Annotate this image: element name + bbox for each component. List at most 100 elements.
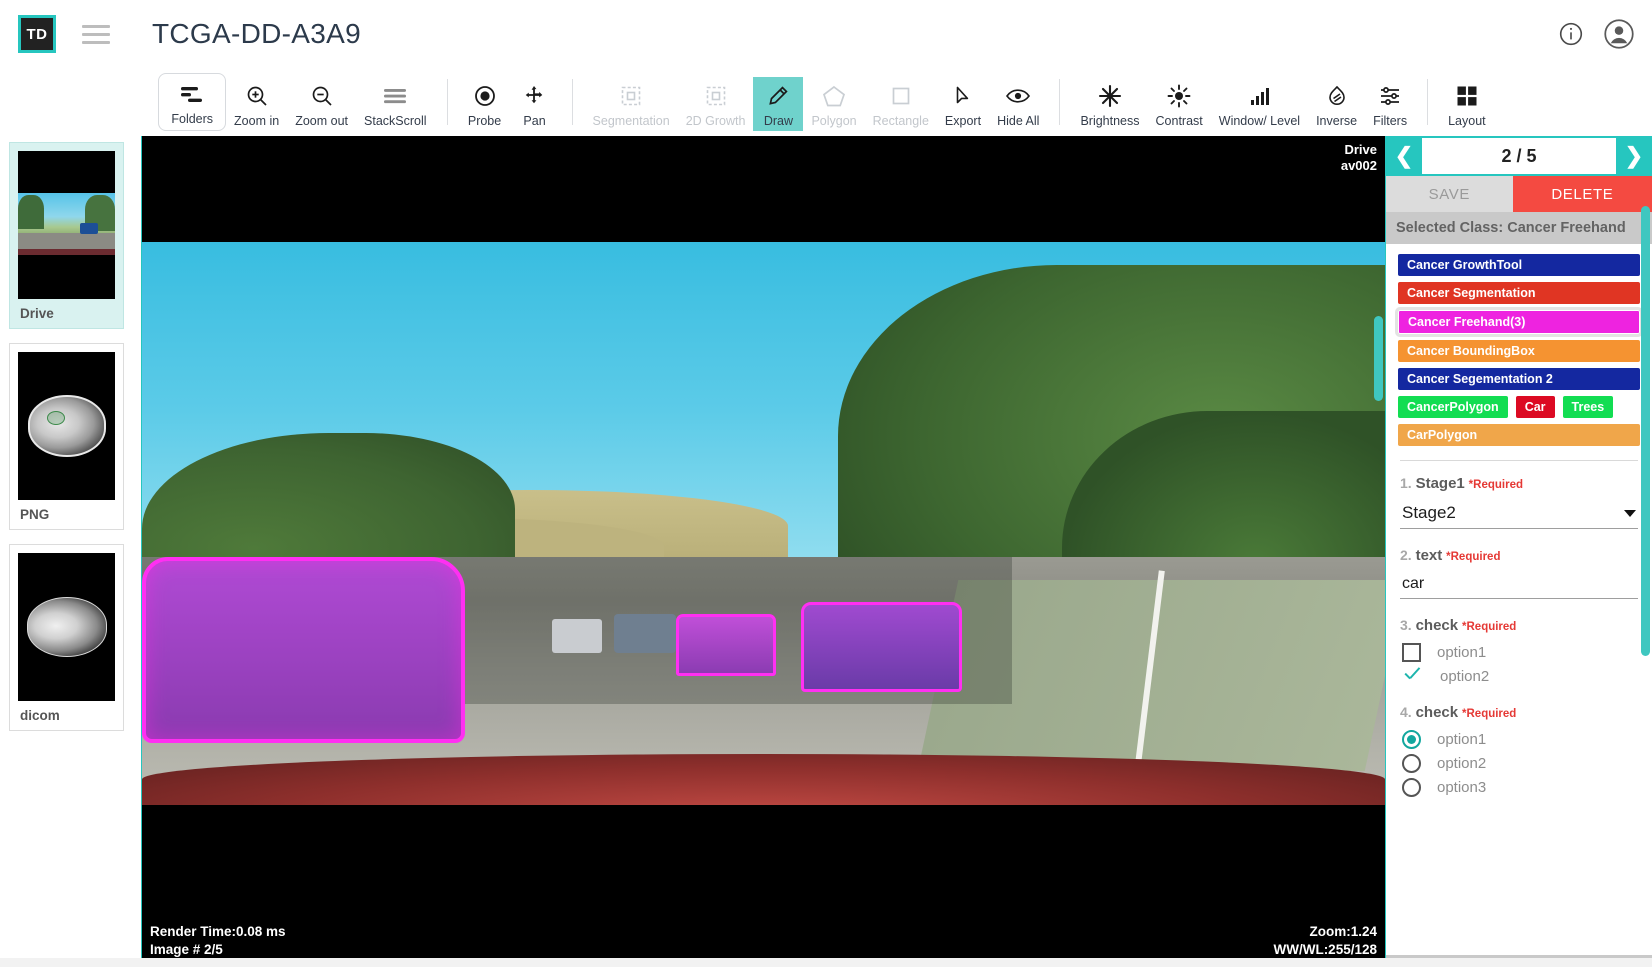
- form-field-label: 4. check *Required: [1400, 704, 1638, 721]
- tool-label: Polygon: [811, 114, 857, 128]
- tool-layout[interactable]: Layout: [1440, 77, 1494, 131]
- toolbar-divider: [571, 79, 573, 125]
- thumbnail-caption: Drive: [20, 306, 54, 321]
- tool-label: Hide All: [997, 114, 1040, 128]
- account-circle-icon[interactable]: [1604, 19, 1634, 49]
- page-title: TCGA-DD-A3A9: [152, 18, 361, 49]
- check-mark-icon: [1402, 667, 1424, 686]
- form-group: 4. check *Required option1 option2 option3: [1400, 704, 1638, 797]
- series-thumbnail-list: Drive PNG dicom: [0, 136, 133, 967]
- stage-select[interactable]: Stage2: [1400, 501, 1638, 529]
- field-number: 2.: [1400, 547, 1412, 563]
- chevron-right-icon[interactable]: ❯: [1616, 136, 1652, 176]
- form-field-label: 1. Stage1 *Required: [1400, 475, 1638, 492]
- save-button[interactable]: SAVE: [1386, 176, 1513, 212]
- annotation-freehand: [142, 557, 466, 744]
- cursor-icon: [951, 81, 975, 111]
- chevron-left-icon[interactable]: ❮: [1386, 136, 1422, 176]
- tool-inverse[interactable]: Inverse: [1308, 77, 1365, 131]
- required-marker: *Required: [1462, 708, 1517, 720]
- page-indicator: 2 / 5: [1422, 138, 1616, 174]
- select-value: Stage2: [1402, 503, 1456, 522]
- tool-probe[interactable]: Probe: [460, 77, 510, 131]
- probe-icon: [473, 81, 497, 111]
- checkbox-option[interactable]: option1: [1402, 643, 1638, 662]
- panel-scrollbar[interactable]: [1641, 206, 1650, 656]
- field-number: 3.: [1400, 617, 1412, 633]
- option-label: option1: [1437, 644, 1487, 661]
- form-field-label: 2. text *Required: [1400, 547, 1638, 564]
- tool-label: Contrast: [1155, 114, 1203, 128]
- tool-zoom-out[interactable]: Zoom out: [287, 77, 356, 131]
- field-name: text: [1415, 547, 1443, 564]
- toolbar-divider: [1427, 79, 1429, 125]
- required-marker: *Required: [1446, 551, 1501, 563]
- window-level-text: WW/WL:255/128: [1273, 941, 1377, 957]
- thumbnail-image: [18, 151, 115, 299]
- form-group: 2. text *Required: [1400, 547, 1638, 599]
- tool-pan[interactable]: Pan: [510, 77, 560, 131]
- thumbnail-png[interactable]: PNG: [9, 343, 124, 530]
- tool-folders[interactable]: Folders: [158, 73, 227, 131]
- viewport-series-label: Drive av002: [1341, 142, 1377, 175]
- chevron-down-icon: [1624, 509, 1636, 517]
- class-list: Cancer GrowthTool Cancer Segmentation Canc…: [1386, 244, 1652, 454]
- thumbnail-image: [18, 352, 115, 500]
- app-header: TD TCGA-DD-A3A9: [0, 0, 1652, 68]
- class-chip[interactable]: Cancer Segementation 2: [1398, 368, 1640, 390]
- image-pager: ❮ 2 / 5 ❯: [1386, 136, 1652, 176]
- brightness-icon: [1097, 81, 1123, 111]
- class-chip[interactable]: CarPolygon: [1398, 424, 1640, 446]
- class-chip[interactable]: Cancer GrowthTool: [1398, 254, 1640, 276]
- tool-brightness[interactable]: Brightness: [1072, 77, 1147, 131]
- form-group: 1. Stage1 *Required Stage2: [1400, 475, 1638, 529]
- class-chip[interactable]: Cancer Freehand(3): [1395, 307, 1643, 337]
- hamburger-icon[interactable]: [82, 24, 110, 44]
- text-input[interactable]: [1400, 573, 1638, 599]
- tool-label: Folders: [171, 112, 214, 126]
- class-chip[interactable]: Cancer Segmentation: [1398, 282, 1640, 304]
- eye-icon: [1005, 81, 1031, 111]
- thumbnail-dicom[interactable]: dicom: [9, 544, 124, 731]
- thumbnail-caption: PNG: [20, 507, 50, 522]
- field-name: check: [1415, 704, 1459, 721]
- info-icon[interactable]: [1556, 19, 1586, 49]
- tool-export[interactable]: Export: [937, 77, 989, 131]
- annotation-panel: ❮ 2 / 5 ❯ SAVE DELETE Selected Class: Ca…: [1385, 136, 1652, 967]
- tool-rectangle: Rectangle: [865, 77, 937, 131]
- tool-label: Window/ Level: [1218, 114, 1301, 128]
- growth-icon: [704, 81, 728, 111]
- thumbnail-drive[interactable]: Drive: [9, 142, 124, 329]
- tool-window-level[interactable]: Window/ Level: [1211, 77, 1308, 131]
- tool-contrast[interactable]: Contrast: [1148, 77, 1211, 131]
- tool-stackscroll[interactable]: StackScroll: [356, 77, 435, 131]
- class-chip[interactable]: Cancer BoundingBox: [1398, 340, 1640, 362]
- checkbox-option[interactable]: option2: [1402, 667, 1638, 686]
- class-chip[interactable]: CancerPolygon: [1398, 396, 1508, 418]
- tool-hide-all[interactable]: Hide All: [989, 77, 1047, 131]
- radio-option[interactable]: option1: [1402, 730, 1638, 749]
- app-logo: TD: [18, 15, 56, 53]
- class-chip[interactable]: Car: [1515, 396, 1555, 418]
- zoom-in-icon: [245, 81, 269, 111]
- image-viewport[interactable]: Drive av002 Render Time:0.08 ms Image # …: [141, 136, 1385, 967]
- radio-checked-icon: [1402, 730, 1421, 749]
- polygon-icon: [821, 81, 847, 111]
- class-chip[interactable]: Trees: [1562, 396, 1614, 418]
- tool-draw[interactable]: Draw: [753, 77, 804, 131]
- toolbar-divider: [1059, 79, 1061, 125]
- tool-filters[interactable]: Filters: [1365, 77, 1415, 131]
- radio-option[interactable]: option2: [1402, 754, 1638, 773]
- delete-button[interactable]: DELETE: [1512, 176, 1652, 212]
- tool-polygon: Polygon: [803, 77, 864, 131]
- tool-label: Brightness: [1080, 114, 1140, 128]
- viewport-scrollbar[interactable]: [1374, 316, 1383, 401]
- rendered-image: [142, 242, 1385, 805]
- viewport-overlay-right: Zoom:1.24 WW/WL:255/128: [1273, 923, 1377, 959]
- window-bottom-strip: [0, 958, 1652, 967]
- contrast-icon: [1166, 81, 1192, 111]
- annotation-form: 1. Stage1 *Required Stage2 2. text *Requir…: [1386, 461, 1652, 815]
- tool-zoom-in[interactable]: Zoom in: [226, 77, 287, 131]
- tool-label: Filters: [1373, 114, 1408, 128]
- radio-option[interactable]: option3: [1402, 778, 1638, 797]
